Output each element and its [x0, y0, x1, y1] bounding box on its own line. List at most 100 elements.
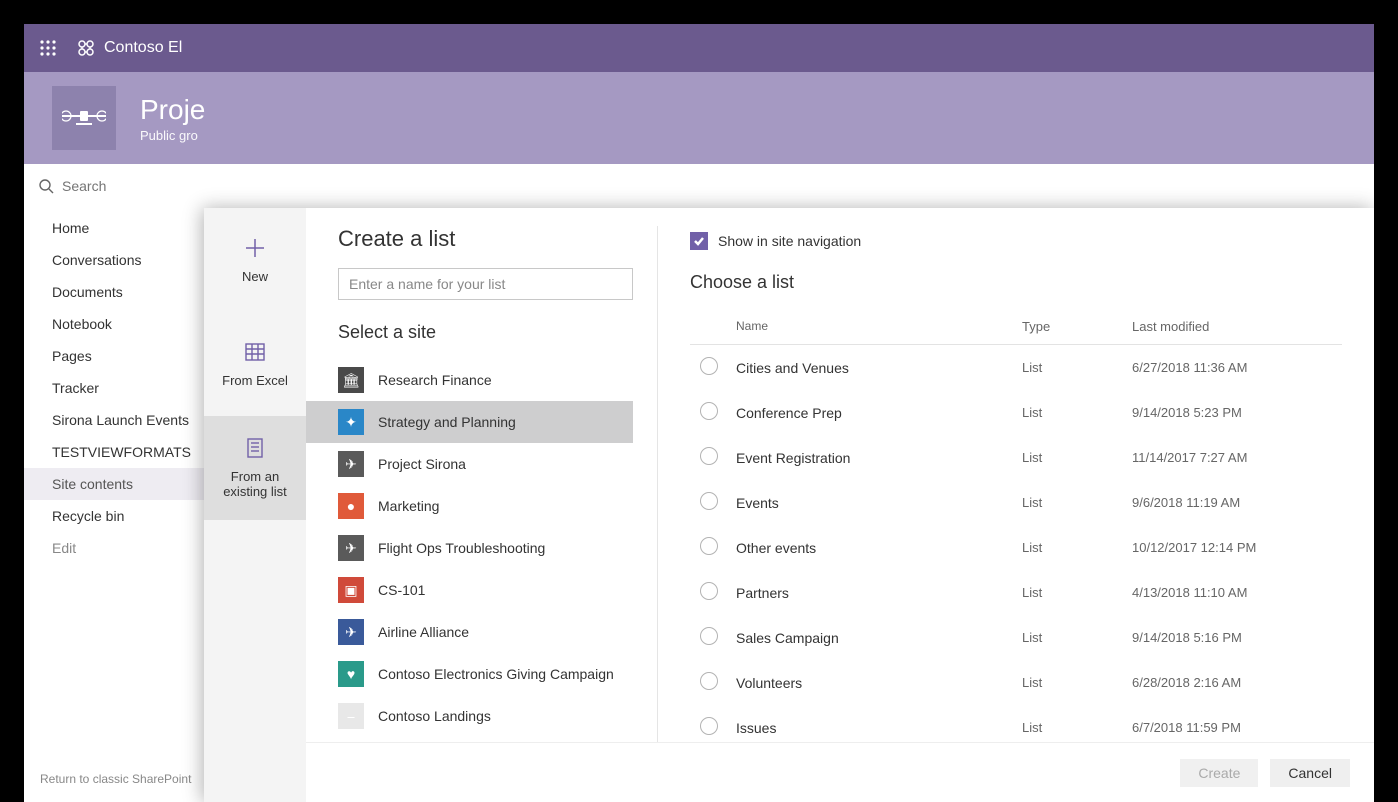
site-icon: ✈	[338, 535, 364, 561]
list-name-input[interactable]	[338, 268, 633, 300]
list-row-name: Issues	[736, 720, 1022, 736]
list-table: Name Type Last modified Cities and Venue…	[690, 309, 1342, 742]
list-row[interactable]: Conference PrepList9/14/2018 5:23 PM	[690, 390, 1342, 435]
list-row-modified: 11/14/2017 7:27 AM	[1132, 450, 1342, 465]
site-item[interactable]: ▣ CS-101	[306, 569, 633, 611]
list-row-radio[interactable]	[700, 672, 718, 690]
sidebar-item[interactable]: Site contents	[24, 468, 224, 500]
site-list: 🏛 Research Finance ✦ Strategy and Planning ✈…	[306, 359, 633, 742]
select-site-label: Select a site	[338, 322, 633, 343]
list-row-radio[interactable]	[700, 717, 718, 735]
panel-footer: Create Cancel	[306, 742, 1374, 802]
sidebar-item[interactable]: TESTVIEWFORMATS	[24, 436, 224, 468]
list-row[interactable]: VolunteersList6/28/2018 2:16 AM	[690, 660, 1342, 705]
list-row-modified: 9/14/2018 5:16 PM	[1132, 630, 1342, 645]
sidebar-item[interactable]: Documents	[24, 276, 224, 308]
sidebar-item[interactable]: Home	[24, 212, 224, 244]
site-icon: ▣	[338, 577, 364, 603]
sidebar-item[interactable]: Pages	[24, 340, 224, 372]
search-icon	[38, 178, 54, 194]
list-row-type: List	[1022, 360, 1132, 375]
site-item-label: CS-101	[378, 582, 425, 598]
site-item-label: Research Finance	[378, 372, 492, 388]
list-row-radio[interactable]	[700, 402, 718, 420]
list-row-type: List	[1022, 495, 1132, 510]
site-item-label: Contoso Electronics Giving Campaign	[378, 666, 614, 682]
panel-title: Create a list	[338, 226, 633, 252]
rail-from-excel[interactable]: From Excel	[204, 312, 306, 416]
show-in-nav-checkbox[interactable]	[690, 232, 708, 250]
cancel-button[interactable]: Cancel	[1270, 759, 1350, 787]
list-row-type: List	[1022, 540, 1132, 555]
app-launcher-button[interactable]	[32, 32, 64, 64]
site-item[interactable]: ●Marketing	[306, 485, 633, 527]
site-item-label: Contoso Landings	[378, 708, 491, 724]
site-subtitle: Public gro	[140, 128, 205, 143]
site-item[interactable]: ⎯Contoso Landings	[306, 695, 633, 737]
site-logo	[52, 86, 116, 150]
site-item[interactable]: ✦ Strategy and Planning	[306, 401, 633, 443]
list-row-name: Cities and Venues	[736, 360, 1022, 376]
rail-new[interactable]: New	[204, 208, 306, 312]
list-row[interactable]: Cities and VenuesList6/27/2018 11:36 AM	[690, 345, 1342, 390]
list-row-radio[interactable]	[700, 492, 718, 510]
site-item-label: Flight Ops Troubleshooting	[378, 540, 545, 556]
list-row-name: Volunteers	[736, 675, 1022, 691]
rail-existing-label: From an existing list	[212, 469, 298, 499]
list-row-name: Event Registration	[736, 450, 1022, 466]
list-row[interactable]: Sales CampaignList9/14/2018 5:16 PM	[690, 615, 1342, 660]
list-row-modified: 9/6/2018 11:19 AM	[1132, 495, 1342, 510]
site-item[interactable]: ♥ Contoso Electronics Giving Campaign	[306, 653, 633, 695]
list-row-modified: 10/12/2017 12:14 PM	[1132, 540, 1342, 555]
site-item[interactable]: ✈ Flight Ops Troubleshooting	[306, 527, 633, 569]
col-name-header: Name	[736, 319, 1022, 334]
site-header: Proje Public gro	[24, 72, 1374, 164]
site-icon: ●	[338, 493, 364, 519]
site-item[interactable]: ✈Project Sirona	[306, 443, 633, 485]
show-in-nav-label: Show in site navigation	[718, 233, 861, 249]
col-type-header: Type	[1022, 319, 1132, 334]
brand-text: Contoso El	[104, 39, 182, 57]
site-item-label: Project Sirona	[378, 456, 466, 472]
site-item-label: Strategy and Planning	[378, 414, 516, 430]
list-row[interactable]: Other eventsList10/12/2017 12:14 PM	[690, 525, 1342, 570]
search-input[interactable]	[62, 178, 1360, 194]
list-row-type: List	[1022, 675, 1132, 690]
sidebar-item[interactable]: Tracker	[24, 372, 224, 404]
return-classic-link[interactable]: Return to classic SharePoint	[40, 772, 191, 786]
list-row[interactable]: PartnersList4/13/2018 11:10 AM	[690, 570, 1342, 615]
sidebar-item[interactable]: Sirona Launch Events	[24, 404, 224, 436]
list-row-radio[interactable]	[700, 357, 718, 375]
site-item[interactable]: 🏛 Research Finance	[306, 359, 633, 401]
rail-new-label: New	[242, 269, 268, 284]
list-row-radio[interactable]	[700, 627, 718, 645]
list-row-type: List	[1022, 720, 1132, 735]
list-row-radio[interactable]	[700, 537, 718, 555]
site-icon: ✦	[338, 409, 364, 435]
list-row[interactable]: IssuesList6/7/2018 11:59 PM	[690, 705, 1342, 742]
site-item[interactable]: ✈Airline Alliance	[306, 611, 633, 653]
list-row-radio[interactable]	[700, 582, 718, 600]
list-row-name: Sales Campaign	[736, 630, 1022, 646]
sidebar-item[interactable]: Conversations	[24, 244, 224, 276]
sidebar-item[interactable]: Notebook	[24, 308, 224, 340]
site-icon: ✈	[338, 619, 364, 645]
list-row-modified: 4/13/2018 11:10 AM	[1132, 585, 1342, 600]
rail-from-existing[interactable]: From an existing list	[204, 416, 306, 520]
list-row-modified: 9/14/2018 5:23 PM	[1132, 405, 1342, 420]
list-row-name: Conference Prep	[736, 405, 1022, 421]
sidebar-item[interactable]: Edit	[24, 532, 224, 564]
left-nav: HomeConversationsDocumentsNotebookPagesT…	[24, 208, 224, 802]
sidebar-item[interactable]: Recycle bin	[24, 500, 224, 532]
list-row[interactable]: EventsList9/6/2018 11:19 AM	[690, 480, 1342, 525]
list-row-modified: 6/28/2018 2:16 AM	[1132, 675, 1342, 690]
site-icon: 🏛	[338, 367, 364, 393]
list-row[interactable]: Event RegistrationList11/14/2017 7:27 AM	[690, 435, 1342, 480]
list-row-modified: 6/27/2018 11:36 AM	[1132, 360, 1342, 375]
list-row-radio[interactable]	[700, 447, 718, 465]
create-button[interactable]: Create	[1180, 759, 1258, 787]
brand: Contoso El	[76, 38, 182, 58]
create-list-panel: New From Excel From an existing list Cre…	[204, 208, 1374, 802]
list-row-type: List	[1022, 585, 1132, 600]
site-icon: ♥	[338, 661, 364, 687]
